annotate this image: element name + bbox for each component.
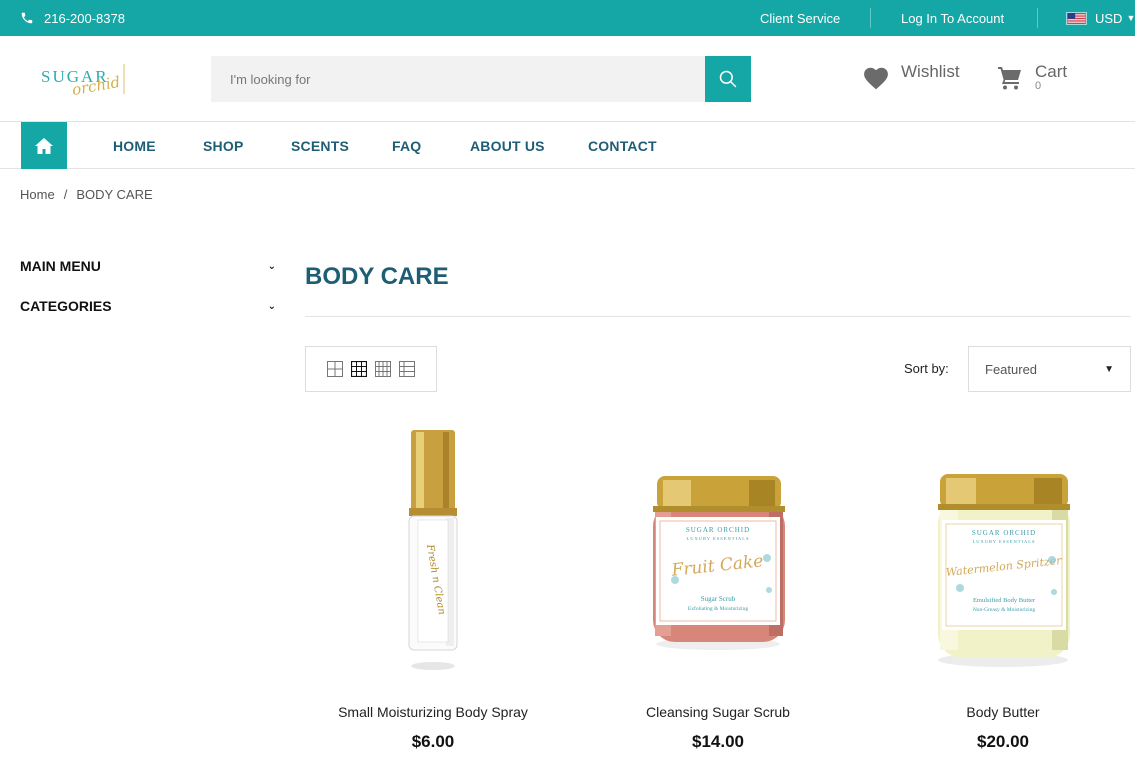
cart-icon <box>998 67 1021 90</box>
sort-value: Featured <box>985 361 1038 377</box>
breadcrumb-home[interactable]: Home <box>20 187 55 202</box>
product-card[interactable]: SUGAR ORCHID LUXURY ESSENTIALS Fruit Cak… <box>583 420 853 751</box>
divider <box>1037 8 1038 28</box>
breadcrumb-current: BODY CARE <box>76 187 153 202</box>
grid-view-switcher <box>305 346 437 392</box>
cart-link[interactable]: Cart 0 <box>997 62 1067 92</box>
nav-item-shop[interactable]: SHOP <box>203 122 243 169</box>
product-image[interactable]: Fresh n Clean <box>298 420 568 680</box>
wishlist-link[interactable]: Wishlist <box>863 62 960 90</box>
sidebar-item-label: MAIN MENU <box>20 258 101 274</box>
currency-selector[interactable]: USD ▼ <box>1066 0 1135 36</box>
sidebar-item-label: CATEGORIES <box>20 298 112 314</box>
client-service-link[interactable]: Client Service <box>760 0 840 36</box>
phone-link[interactable]: 216-200-8378 <box>20 0 125 36</box>
page-title: BODY CARE <box>305 263 449 290</box>
main-nav: HOME SHOP SCENTS FAQ ABOUT US CONTACT <box>0 122 1135 169</box>
product-price: $20.00 <box>977 732 1029 751</box>
product-price: $6.00 <box>411 732 455 751</box>
breadcrumb: Home / BODY CARE <box>20 187 153 202</box>
chevron-down-icon: ⌄ <box>267 300 276 312</box>
svg-text:Emulsified Body Butter: Emulsified Body Butter <box>973 597 1036 604</box>
cart-count: 0 <box>1035 80 1042 92</box>
logo[interactable]: SUGAR orchid <box>40 58 135 100</box>
grid-4-columns-icon[interactable] <box>375 361 391 377</box>
nav-item-home[interactable]: HOME <box>113 122 156 169</box>
svg-text:SUGAR ORCHID: SUGAR ORCHID <box>686 526 750 534</box>
product-name[interactable]: Body Butter <box>868 704 1135 720</box>
nav-item-about-us[interactable]: ABOUT US <box>470 122 545 169</box>
grid-3-columns-icon[interactable] <box>351 361 367 377</box>
svg-text:LUXURY ESSENTIALS: LUXURY ESSENTIALS <box>973 539 1036 544</box>
breadcrumb-separator: / <box>63 187 68 202</box>
cart-label: Cart <box>1035 62 1068 81</box>
nav-item-scents[interactable]: SCENTS <box>291 122 349 169</box>
chevron-down-icon: ⌄ <box>267 260 276 272</box>
divider <box>305 316 1131 317</box>
svg-text:SUGAR ORCHID: SUGAR ORCHID <box>972 529 1036 537</box>
login-link[interactable]: Log In To Account <box>901 0 1004 36</box>
grid-2-columns-icon[interactable] <box>327 361 343 377</box>
sidebar-item-main-menu[interactable]: MAIN MENU ⌄ <box>20 255 278 277</box>
currency-label: USD <box>1095 10 1123 26</box>
sort-dropdown[interactable]: Featured ▼ <box>968 346 1131 392</box>
product-name[interactable]: Cleansing Sugar Scrub <box>583 704 853 720</box>
product-card[interactable]: Fresh n Clean Small Moisturizing Body Sp… <box>298 420 568 751</box>
divider <box>870 8 871 28</box>
search-button[interactable] <box>705 56 751 102</box>
list-view-icon[interactable] <box>399 361 415 377</box>
product-card[interactable]: SUGAR ORCHID LUXURY ESSENTIALS Watermelo… <box>868 420 1135 751</box>
wishlist-label: Wishlist <box>901 62 960 81</box>
phone-number: 216-200-8378 <box>44 10 125 26</box>
nav-item-contact[interactable]: CONTACT <box>588 122 657 169</box>
top-bar: 216-200-8378 Client Service Log In To Ac… <box>0 0 1135 36</box>
sidebar-item-categories[interactable]: CATEGORIES ⌄ <box>20 295 278 317</box>
search-icon <box>719 70 737 88</box>
home-icon <box>35 137 53 154</box>
product-name[interactable]: Small Moisturizing Body Spray <box>298 704 568 720</box>
product-image[interactable]: SUGAR ORCHID LUXURY ESSENTIALS Fruit Cak… <box>583 420 853 680</box>
us-flag-icon <box>1066 11 1087 25</box>
product-price: $14.00 <box>692 732 744 751</box>
svg-text:Exfoliating & Moisturizing: Exfoliating & Moisturizing <box>688 605 748 612</box>
home-button[interactable] <box>21 122 67 169</box>
svg-text:LUXURY ESSENTIALS: LUXURY ESSENTIALS <box>687 536 750 541</box>
nav-item-faq[interactable]: FAQ <box>392 122 421 169</box>
product-image[interactable]: SUGAR ORCHID LUXURY ESSENTIALS Watermelo… <box>868 420 1135 680</box>
chevron-down-icon: ▼ <box>1104 363 1114 375</box>
sort-label: Sort by: <box>904 361 949 376</box>
search-input[interactable] <box>211 56 705 102</box>
phone-icon <box>21 12 33 24</box>
caret-down-icon: ▼ <box>1126 13 1135 23</box>
svg-text:Non-Greasy & Moisturizing: Non-Greasy & Moisturizing <box>973 607 1036 613</box>
svg-text:Sugar Scrub: Sugar Scrub <box>701 595 736 603</box>
heart-icon <box>864 67 888 90</box>
site-header: SUGAR orchid Wishlist Cart 0 <box>0 36 1135 122</box>
